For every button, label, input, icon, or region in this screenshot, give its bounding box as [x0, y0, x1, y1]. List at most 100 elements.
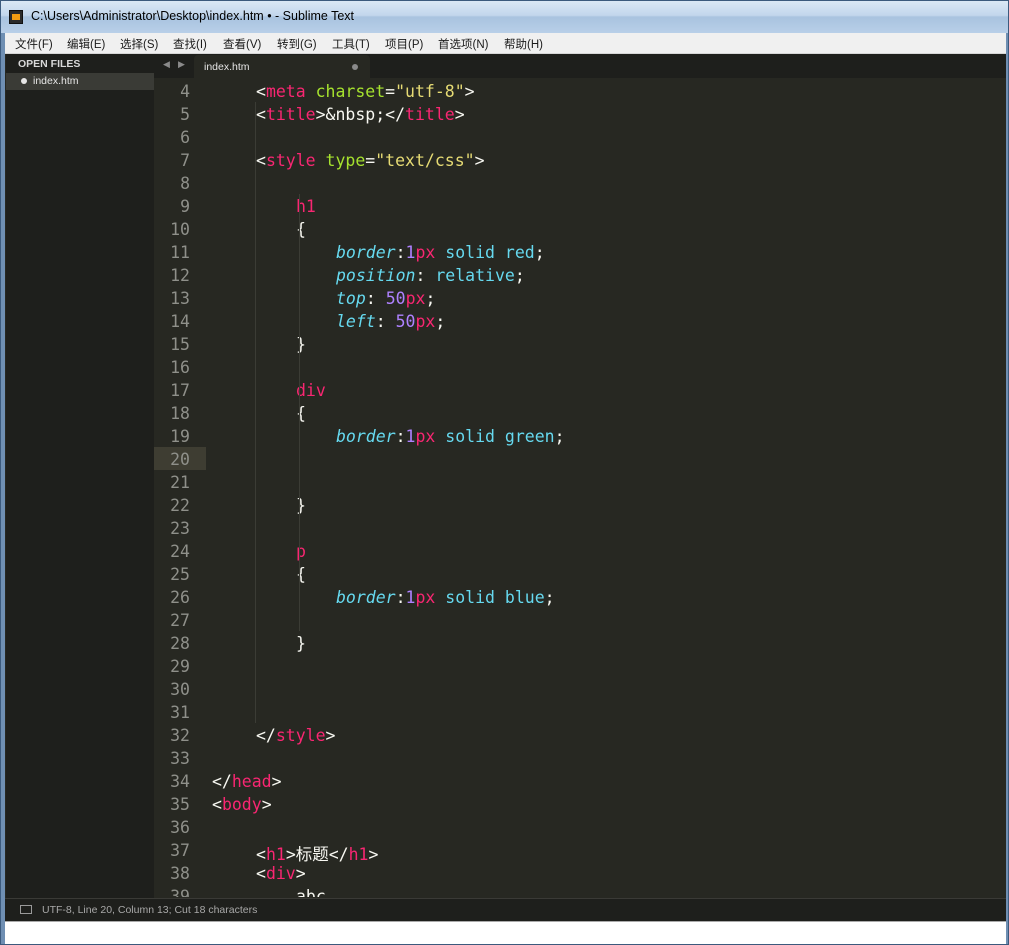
line-number: 24	[170, 542, 190, 561]
code-line[interactable]: 36	[154, 815, 1006, 838]
code-text: }	[296, 335, 306, 354]
code-line[interactable]: 23	[154, 516, 1006, 539]
code-line[interactable]: 5 <title>&nbsp;</title>	[154, 102, 1006, 125]
line-number: 23	[170, 519, 190, 538]
code-line[interactable]: 6	[154, 125, 1006, 148]
code-line[interactable]: 17 div	[154, 378, 1006, 401]
code-line[interactable]: 19 border:1px solid green;	[154, 424, 1006, 447]
line-number: 13	[170, 289, 190, 308]
line-number: 27	[170, 611, 190, 630]
menu-view[interactable]: 查看(V)	[223, 36, 261, 52]
code-text: border:1px solid green;	[336, 427, 565, 446]
code-line[interactable]: 4 <meta charset="utf-8">	[154, 79, 1006, 102]
line-number: 9	[180, 197, 190, 216]
code-line[interactable]: 20	[154, 447, 1006, 470]
menu-edit[interactable]: 编辑(E)	[67, 36, 105, 52]
tab-scroll-right-icon[interactable]: ▶	[178, 60, 185, 70]
code-line[interactable]: 15}	[154, 332, 1006, 355]
menu-find[interactable]: 查找(I)	[173, 36, 207, 52]
code-line[interactable]: 31	[154, 700, 1006, 723]
code-text: abc	[296, 887, 326, 897]
code-line[interactable]: 26 border:1px solid blue;	[154, 585, 1006, 608]
code-line[interactable]: 28}	[154, 631, 1006, 654]
unsaved-dot-icon	[21, 78, 27, 84]
sidebar-file-index[interactable]: index.htm	[6, 73, 154, 90]
code-text: {	[296, 404, 306, 423]
code-line[interactable]: 16	[154, 355, 1006, 378]
code-text: left: 50px;	[336, 312, 446, 331]
line-number: 7	[180, 151, 190, 170]
tab-index-htm[interactable]: index.htm	[194, 55, 370, 78]
code-line[interactable]: 32 </style>	[154, 723, 1006, 746]
code-text: top: 50px;	[336, 289, 436, 308]
panel-toggle-icon[interactable]	[20, 905, 32, 914]
sublime-window: C:\Users\Administrator\Desktop\index.htm…	[0, 0, 1009, 945]
code-line[interactable]: 12 position: relative;	[154, 263, 1006, 286]
code-line[interactable]: 34 </head>	[154, 769, 1006, 792]
code-editor[interactable]: 4 <meta charset="utf-8"> 5 <title>&nbsp;</t…	[154, 79, 1006, 897]
line-number: 16	[170, 358, 190, 377]
line-number: 33	[170, 749, 190, 768]
code-line[interactable]: 14 left: 50px;	[154, 309, 1006, 332]
code-text: <div>	[256, 864, 306, 883]
code-text: <body>	[212, 795, 272, 814]
code-line[interactable]: 9 h1	[154, 194, 1006, 217]
line-number: 34	[170, 772, 190, 791]
code-line[interactable]: 10 {	[154, 217, 1006, 240]
sidebar: OPEN FILES index.htm	[6, 54, 154, 898]
menu-file[interactable]: 文件(F)	[15, 36, 53, 52]
status-text: UTF-8, Line 20, Column 13; Cut 18 charac…	[42, 904, 258, 916]
code-text: div	[296, 381, 326, 400]
code-text: position: relative;	[336, 266, 525, 285]
line-number: 36	[170, 818, 190, 837]
code-line[interactable]: 33	[154, 746, 1006, 769]
bottom-strip	[5, 921, 1006, 944]
code-text: p	[296, 542, 306, 561]
menu-goto[interactable]: 转到(G)	[277, 36, 317, 52]
code-line[interactable]: 30	[154, 677, 1006, 700]
line-number: 17	[170, 381, 190, 400]
menu-preferences[interactable]: 首选项(N)	[438, 36, 488, 52]
code-line[interactable]: 8	[154, 171, 1006, 194]
line-number: 18	[170, 404, 190, 423]
code-line[interactable]: 27	[154, 608, 1006, 631]
code-line[interactable]: 25 {	[154, 562, 1006, 585]
code-line[interactable]: 7 <style type="text/css">	[154, 148, 1006, 171]
code-line[interactable]: 21	[154, 470, 1006, 493]
tab-scroll-left-icon[interactable]: ◀	[163, 60, 170, 70]
code-text: border:1px solid red;	[336, 243, 545, 262]
line-number: 4	[180, 82, 190, 101]
tab-unsaved-dot-icon[interactable]	[352, 64, 358, 70]
code-line[interactable]: 24 p	[154, 539, 1006, 562]
line-number: 6	[180, 128, 190, 147]
code-line[interactable]: 38 <div>	[154, 861, 1006, 884]
line-number: 37	[170, 841, 190, 860]
line-number: 35	[170, 795, 190, 814]
line-number: 12	[170, 266, 190, 285]
indent-guide	[255, 102, 256, 723]
code-text: }	[296, 496, 306, 515]
code-line[interactable]: 22}	[154, 493, 1006, 516]
code-line[interactable]: 39 abc	[154, 884, 1006, 897]
menu-project[interactable]: 项目(P)	[385, 36, 423, 52]
sidebar-file-label: index.htm	[33, 75, 79, 87]
menu-selection[interactable]: 选择(S)	[120, 36, 158, 52]
menu-help[interactable]: 帮助(H)	[504, 36, 543, 52]
code-line[interactable]: 29	[154, 654, 1006, 677]
line-number: 21	[170, 473, 190, 492]
menu-tools[interactable]: 工具(T)	[332, 36, 370, 52]
code-text: </style>	[256, 726, 336, 745]
code-line[interactable]: 35 <body>	[154, 792, 1006, 815]
code-line[interactable]: 37 <h1>标题</h1>	[154, 838, 1006, 864]
code-text: <title>&nbsp;</title>	[256, 105, 465, 124]
line-number: 28	[170, 634, 190, 653]
code-line[interactable]: 13 top: 50px;	[154, 286, 1006, 309]
code-line[interactable]: 18 {	[154, 401, 1006, 424]
tab-label: index.htm	[204, 61, 250, 73]
line-number: 5	[180, 105, 190, 124]
status-bar: UTF-8, Line 20, Column 13; Cut 18 charac…	[5, 898, 1006, 921]
code-line[interactable]: 11 border:1px solid red;	[154, 240, 1006, 263]
line-number: 20	[170, 450, 190, 469]
code-text: {	[296, 565, 306, 584]
line-number: 14	[170, 312, 190, 331]
